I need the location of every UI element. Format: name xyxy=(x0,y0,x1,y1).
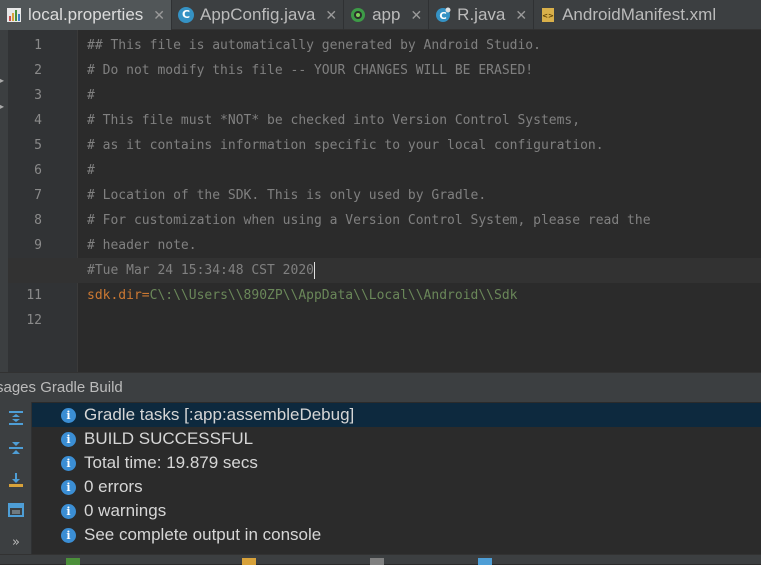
svg-text:C: C xyxy=(440,11,447,22)
tab-local-properties[interactable]: local.properties ✕ xyxy=(0,0,173,30)
code-line[interactable]: # as it contains information specific to… xyxy=(87,133,604,158)
java-class-icon: C xyxy=(178,7,195,23)
code-line[interactable]: ## This file is automatically generated … xyxy=(87,33,541,58)
code-line-sdk-dir[interactable]: sdk.dir=C\:\\Users\\890ZP\\AppData\\Loca… xyxy=(87,283,517,308)
message-text: BUILD SUCCESSFUL xyxy=(84,429,254,448)
line-number: 11 xyxy=(26,288,42,303)
close-icon[interactable]: ✕ xyxy=(325,7,337,24)
xml-manifest-icon: <> xyxy=(540,7,556,23)
editor-tab-bar: local.properties ✕ C AppConfig.java ✕ ap… xyxy=(0,0,761,30)
code-line[interactable]: # For customization when using a Version… xyxy=(87,208,651,233)
tab-androidmanifest-xml[interactable]: <> AndroidManifest.xml xyxy=(534,0,722,30)
code-editor[interactable]: ## This file is automatically generated … xyxy=(8,30,761,372)
code-line[interactable]: # xyxy=(87,83,95,108)
close-icon[interactable]: ✕ xyxy=(153,7,165,24)
window-layout-icon[interactable] xyxy=(6,500,26,520)
info-icon: i xyxy=(61,455,76,471)
list-item[interactable]: i Total time: 19.879 secs xyxy=(32,451,761,475)
message-text: Total time: 19.879 secs xyxy=(84,453,258,472)
close-icon[interactable]: ✕ xyxy=(410,7,422,24)
messages-panel-title: sages Gradle Build xyxy=(0,379,123,396)
build-messages-list: i Gradle tasks [:app:assembleDebug] i BU… xyxy=(32,402,761,554)
line-number: 9 xyxy=(34,238,42,253)
tab-label: R.java xyxy=(457,5,506,24)
info-icon: i xyxy=(61,503,76,519)
code-line[interactable]: # header note. xyxy=(87,233,197,258)
tab-label: AppConfig.java xyxy=(200,5,316,24)
code-line[interactable]: # xyxy=(87,158,95,183)
text-caret xyxy=(313,262,315,279)
messages-tool-strip: » xyxy=(0,402,32,554)
code-line-current[interactable]: #Tue Mar 24 15:34:48 CST 2020 xyxy=(87,258,315,283)
code-line[interactable]: # This file must *NOT* be checked into V… xyxy=(87,108,580,133)
list-item[interactable]: i 0 warnings xyxy=(32,499,761,523)
tab-label: AndroidManifest.xml xyxy=(562,5,717,24)
collapsed-arrow-icon[interactable]: ▸ xyxy=(0,102,4,111)
line-number: 5 xyxy=(34,138,42,153)
code-line[interactable]: # Location of the SDK. This is only used… xyxy=(87,183,486,208)
line-number: 7 xyxy=(34,188,42,203)
tab-r-java[interactable]: C R.java ✕ xyxy=(429,0,535,30)
line-number: 8 xyxy=(34,213,42,228)
line-number: 12 xyxy=(26,313,42,328)
line-number: 2 xyxy=(34,63,42,78)
code-line-text: #Tue Mar 24 15:34:48 CST 2020 xyxy=(87,263,314,278)
messages-panel-header: sages Gradle Build xyxy=(0,372,761,402)
line-number: 3 xyxy=(34,88,42,103)
tab-label: local.properties xyxy=(28,5,144,24)
property-key: sdk.dir xyxy=(87,288,142,303)
expand-all-icon[interactable] xyxy=(6,408,26,428)
tab-label: app xyxy=(372,5,401,24)
tab-app[interactable]: app ✕ xyxy=(344,0,430,30)
list-item[interactable]: i See complete output in console xyxy=(32,523,761,547)
bottom-tool-window-bar xyxy=(0,554,761,565)
code-line[interactable]: # Do not modify this file -- YOUR CHANGE… xyxy=(87,58,533,83)
line-number: 1 xyxy=(34,38,42,53)
info-icon: i xyxy=(61,479,76,495)
info-icon: i xyxy=(61,527,76,543)
line-number: 6 xyxy=(34,163,42,178)
property-value: C\:\\Users\\890ZP\\AppData\\Local\\Andro… xyxy=(149,288,518,303)
property-equals: = xyxy=(141,288,150,303)
gradle-module-icon xyxy=(350,7,366,23)
list-item[interactable]: i Gradle tasks [:app:assembleDebug] xyxy=(32,403,761,427)
line-number-gutter: 1 2 3 4 5 6 7 8 9 10 11 12 xyxy=(8,30,78,372)
message-text: Gradle tasks [:app:assembleDebug] xyxy=(84,405,355,424)
close-icon[interactable]: ✕ xyxy=(515,7,527,24)
tab-appconfig-java[interactable]: C AppConfig.java ✕ xyxy=(172,0,345,30)
properties-file-icon xyxy=(6,7,22,23)
collapsed-arrow-icon[interactable]: ▸ xyxy=(0,76,4,85)
line-number: 4 xyxy=(34,113,42,128)
svg-text:<>: <> xyxy=(542,12,554,20)
message-text: 0 warnings xyxy=(84,501,167,520)
list-item[interactable]: i BUILD SUCCESSFUL xyxy=(32,427,761,451)
left-tool-strip: ▸ ▸ xyxy=(0,30,8,372)
info-icon: i xyxy=(61,431,76,447)
message-text: 0 errors xyxy=(84,477,143,496)
collapse-all-icon[interactable] xyxy=(6,438,26,458)
list-item[interactable]: i 0 errors xyxy=(32,475,761,499)
message-text: See complete output in console xyxy=(84,525,322,544)
java-r-class-icon: C xyxy=(435,7,451,23)
export-icon[interactable] xyxy=(6,470,26,490)
more-chevron-icon[interactable]: » xyxy=(6,532,26,552)
info-icon: i xyxy=(61,407,76,423)
